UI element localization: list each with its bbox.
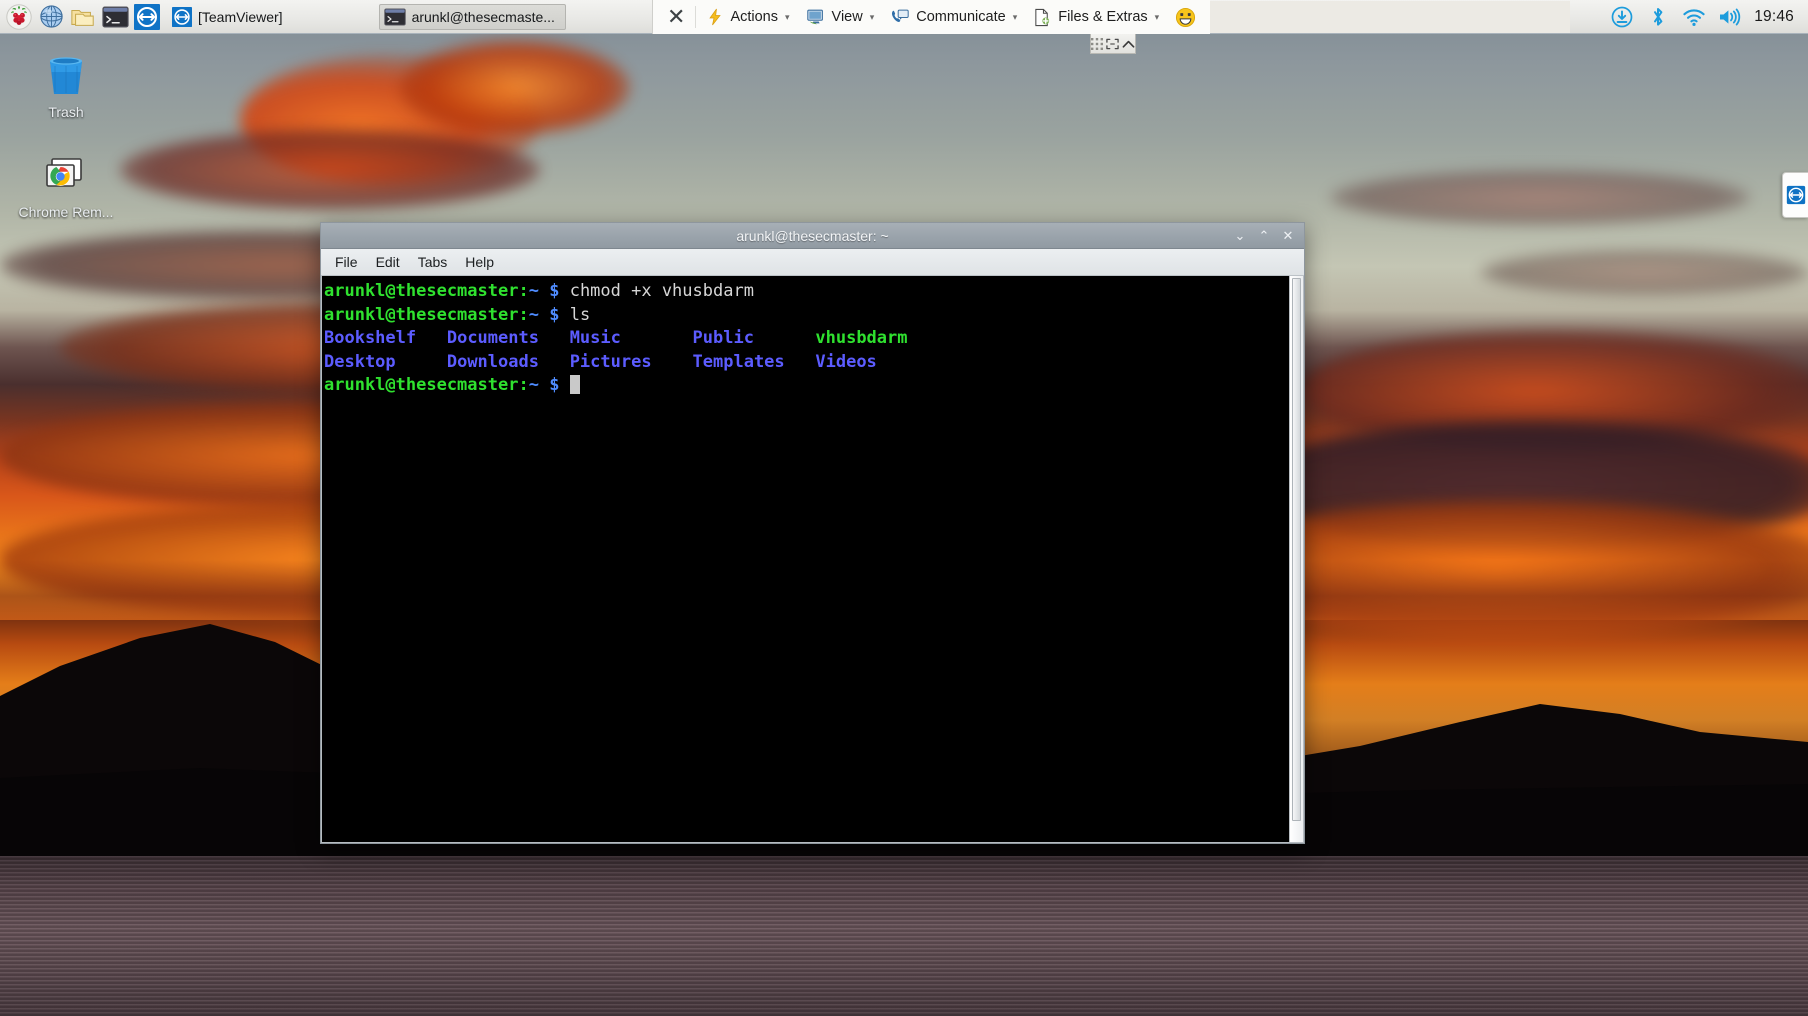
lightning-icon: [709, 8, 722, 26]
terminal-window[interactable]: arunkl@thesecmaster: ~ ⌄ ⌃ ✕ File Edit T…: [320, 222, 1305, 844]
launcher-row: [0, 2, 162, 32]
menu-item-edit[interactable]: Edit: [368, 251, 408, 273]
terminal-line: Bookshelf Documents Music Public vhusbda…: [324, 328, 908, 348]
launcher-file-manager[interactable]: [68, 2, 98, 32]
toolbar-divider: [695, 6, 697, 28]
system-tray[interactable]: 19:46: [1610, 5, 1808, 29]
launcher-teamviewer[interactable]: [132, 2, 162, 32]
clock[interactable]: 19:46: [1754, 8, 1794, 26]
terminal-line: arunkl@thesecmaster:~ $ ls: [324, 304, 591, 325]
desktop-icon-trash[interactable]: Trash: [14, 44, 118, 120]
terminal-output[interactable]: arunkl@thesecmaster:~ $ chmod +x vhusbda…: [322, 276, 1289, 842]
tv-files-extras-menu[interactable]: Files & Extras ▾: [1025, 2, 1167, 32]
raspberry-icon: [6, 3, 32, 30]
terminal-icon: [101, 6, 129, 27]
launcher-web-browser[interactable]: [36, 2, 66, 32]
trash-icon: [14, 44, 118, 98]
terminal-line: arunkl@thesecmaster:~ $: [324, 374, 1289, 398]
launcher-terminal[interactable]: [100, 2, 130, 32]
taskbar-window-label: [TeamViewer]: [198, 8, 283, 25]
chevron-down-icon: ▾: [869, 11, 875, 22]
tv-close-session-button[interactable]: ✕: [659, 2, 693, 32]
bluetooth-icon[interactable]: [1646, 5, 1670, 29]
chevron-down-icon: ▾: [1012, 11, 1018, 22]
terminal-scrollbar[interactable]: [1289, 276, 1303, 842]
taskbar[interactable]: [TeamViewer] arunkl@thesecmaste... ✕ Act…: [0, 0, 1808, 34]
expand-icon[interactable]: [1106, 38, 1119, 50]
terminal-titlebar[interactable]: arunkl@thesecmaster: ~ ⌄ ⌃ ✕: [321, 223, 1304, 249]
updates-icon[interactable]: [1610, 5, 1634, 29]
taskbar-window-terminal[interactable]: arunkl@thesecmaste...: [378, 3, 566, 30]
terminal-icon: [383, 7, 406, 26]
terminal-title: arunkl@thesecmaster: ~: [736, 227, 889, 244]
maximize-button[interactable]: ⌃: [1252, 225, 1276, 247]
tv-smiley-button[interactable]: [1167, 2, 1204, 32]
globe-icon: [39, 5, 63, 28]
menu-item-file[interactable]: File: [327, 251, 366, 273]
launcher-raspberry-menu[interactable]: [4, 2, 34, 32]
teamviewer-icon: [134, 3, 160, 30]
close-button[interactable]: ✕: [1276, 225, 1300, 247]
tv-view-menu[interactable]: View ▾: [798, 2, 883, 32]
terminal-menubar[interactable]: File Edit Tabs Help: [321, 249, 1304, 276]
terminal-line: arunkl@thesecmaster:~ $ chmod +x vhusbda…: [324, 281, 754, 301]
tv-view-label: View: [831, 9, 863, 25]
scrollbar-thumb[interactable]: [1292, 278, 1301, 822]
phone-icon: [892, 9, 909, 22]
tv-communicate-menu[interactable]: Communicate ▾: [882, 2, 1025, 32]
wifi-icon[interactable]: [1682, 5, 1706, 29]
teamviewer-session-toolbar[interactable]: ✕ Actions ▾ View ▾ Communicate ▾ Files &…: [652, 0, 1211, 34]
tv-communicate-label: Communicate: [916, 9, 1006, 25]
monitor-icon: [806, 9, 823, 25]
terminal-body[interactable]: arunkl@thesecmaster:~ $ chmod +x vhusbda…: [321, 276, 1304, 843]
taskbar-window-teamviewer[interactable]: [TeamViewer]: [168, 4, 293, 30]
teamviewer-edge-tab[interactable]: [1782, 172, 1808, 218]
minimize-button[interactable]: ⌄: [1228, 225, 1252, 247]
chrome-remote-icon: [14, 144, 118, 198]
file-plus-icon: [1035, 8, 1050, 26]
tv-files-extras-label: Files & Extras: [1058, 9, 1148, 25]
terminal-line: Desktop Downloads Pictures Templates Vid…: [324, 351, 877, 372]
teamviewer-icon: [172, 6, 192, 27]
menu-item-tabs[interactable]: Tabs: [410, 251, 456, 273]
folder-icon: [71, 9, 94, 26]
chevron-down-icon: ▾: [1154, 11, 1160, 22]
teamviewer-mini-controls[interactable]: [1090, 34, 1136, 54]
teamviewer-icon: [1786, 185, 1805, 205]
speaker-icon[interactable]: [1718, 5, 1742, 29]
desktop-icon-chrome-remote-desktop[interactable]: Chrome Rem...: [14, 144, 118, 220]
desktop-icon-label: Chrome Rem...: [18, 204, 114, 220]
smiley-icon: [1176, 7, 1196, 27]
chevron-up-icon[interactable]: [1122, 38, 1135, 50]
terminal-cursor: [569, 375, 580, 394]
desktop-icon-label: Trash: [48, 104, 84, 120]
tv-actions-menu[interactable]: Actions ▾: [698, 2, 797, 32]
wallpaper-water: [0, 856, 1808, 1016]
grid-handle-icon[interactable]: [1091, 37, 1103, 50]
chevron-down-icon: ▾: [785, 11, 790, 22]
tv-actions-label: Actions: [730, 9, 778, 25]
taskbar-window-label: arunkl@thesecmaste...: [411, 8, 555, 25]
close-icon: ✕: [667, 4, 686, 29]
menu-item-help[interactable]: Help: [457, 251, 502, 273]
